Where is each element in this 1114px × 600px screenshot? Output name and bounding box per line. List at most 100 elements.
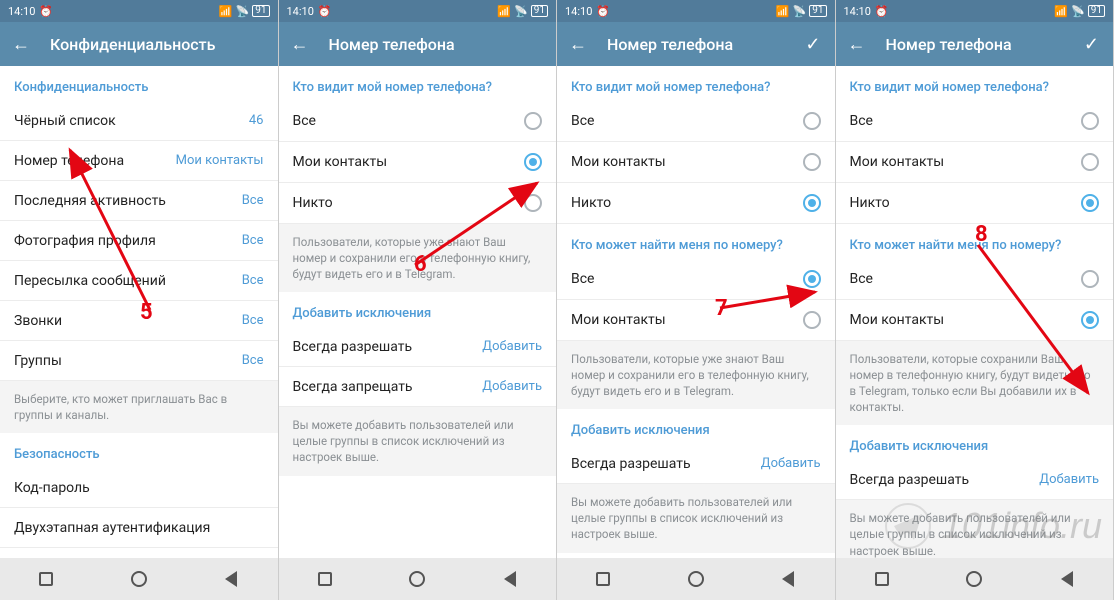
radio-icon	[1081, 270, 1099, 288]
statusbar: 14:10⏰ 📶📡91	[279, 0, 557, 22]
nav-recent[interactable]	[314, 568, 336, 590]
help-exceptions: Вы можете добавить пользователей или цел…	[279, 407, 557, 475]
back-button[interactable]: ←	[844, 34, 870, 55]
radio-icon	[524, 153, 542, 171]
watermark: 101info.ru	[884, 502, 1102, 550]
section-exceptions: Добавить исключения	[836, 425, 1114, 460]
back-button[interactable]: ←	[565, 34, 591, 55]
row-last-seen[interactable]: Последняя активностьВсе	[0, 181, 278, 221]
radio-icon	[1081, 153, 1099, 171]
app-header: ← Номер телефона ✓	[557, 22, 835, 66]
nav-back[interactable]	[1056, 568, 1078, 590]
alarm-icon: ⏰	[318, 5, 332, 18]
row-always-allow[interactable]: Всегда разрешатьДобавить	[557, 444, 835, 484]
nav-back[interactable]	[777, 568, 799, 590]
section-privacy: Конфиденциальность	[0, 66, 278, 101]
signal-icon: 📶	[1054, 5, 1068, 18]
opt-find-contacts[interactable]: Мои контакты	[557, 300, 835, 341]
header-title: Номер телефона	[886, 35, 1062, 54]
statusbar: 14:10⏰ 📶📡91	[557, 0, 835, 22]
header-title: Конфиденциальность	[50, 35, 270, 54]
row-always-allow[interactable]: Всегда разрешатьДобавить	[279, 327, 557, 367]
add-link[interactable]: Добавить	[761, 456, 821, 471]
watermark-text: 101info.ru	[942, 505, 1102, 547]
app-header: ← Конфиденциальность	[0, 22, 278, 66]
content-area: Кто видит мой номер телефона? Все Мои ко…	[279, 66, 557, 558]
alarm-icon: ⏰	[596, 5, 610, 18]
radio-icon	[803, 270, 821, 288]
add-link[interactable]: Добавить	[482, 339, 542, 354]
nav-back[interactable]	[499, 568, 521, 590]
status-time: 14:10	[8, 5, 35, 18]
opt-find-contacts[interactable]: Мои контакты	[836, 300, 1114, 341]
radio-icon	[524, 112, 542, 130]
radio-icon	[1081, 112, 1099, 130]
radio-icon	[803, 112, 821, 130]
confirm-check-icon[interactable]: ✓	[799, 34, 826, 55]
row-profile-photo[interactable]: Фотография профиляВсе	[0, 221, 278, 261]
section-who-can-find: Кто может найти меня по номеру?	[836, 224, 1114, 259]
opt-my-contacts[interactable]: Мои контакты	[279, 142, 557, 183]
phone-panel-3: 14:10⏰ 📶📡91 ← Номер телефона ✓ Кто видит…	[557, 0, 836, 600]
content-area: Кто видит мой номер телефона? Все Мои ко…	[836, 66, 1114, 558]
app-header: ← Номер телефона ✓	[836, 22, 1114, 66]
help-exceptions: Вы можете добавить пользователей или цел…	[557, 484, 835, 552]
row-blacklist[interactable]: Чёрный список46	[0, 101, 278, 141]
signal-icon: 📶	[776, 5, 790, 18]
opt-nobody[interactable]: Никто	[279, 183, 557, 224]
opt-everybody[interactable]: Все	[279, 101, 557, 142]
android-navbar	[0, 558, 278, 600]
back-button[interactable]: ←	[8, 34, 34, 55]
app-header: ← Номер телефона	[279, 22, 557, 66]
row-sessions[interactable]: Активные сеансы	[0, 548, 278, 558]
row-groups[interactable]: ГруппыВсе	[0, 341, 278, 381]
header-title: Номер телефона	[329, 35, 549, 54]
phone-panel-2: 14:10⏰ 📶📡91 ← Номер телефона Кто видит м…	[279, 0, 558, 600]
row-two-step[interactable]: Двухэтапная аутентификация	[0, 508, 278, 548]
help-groups: Выберите, кто может приглашать Вас в гру…	[0, 381, 278, 433]
android-navbar	[279, 558, 557, 600]
nav-home[interactable]	[406, 568, 428, 590]
nav-home[interactable]	[963, 568, 985, 590]
nav-recent[interactable]	[871, 568, 893, 590]
add-link[interactable]: Добавить	[1039, 472, 1099, 487]
row-passcode[interactable]: Код-пароль	[0, 468, 278, 508]
opt-my-contacts[interactable]: Мои контакты	[557, 142, 835, 183]
nav-recent[interactable]	[35, 568, 57, 590]
row-always-allow[interactable]: Всегда разрешатьДобавить	[836, 460, 1114, 500]
row-phone-number[interactable]: Номер телефонаМои контакты	[0, 141, 278, 181]
opt-nobody[interactable]: Никто	[557, 183, 835, 224]
radio-icon	[1081, 194, 1099, 212]
android-navbar	[836, 558, 1114, 600]
opt-find-everybody[interactable]: Все	[836, 259, 1114, 300]
confirm-check-icon[interactable]: ✓	[1078, 34, 1105, 55]
section-security: Безопасность	[0, 433, 278, 468]
radio-icon	[803, 153, 821, 171]
statusbar: 14:10⏰ 📶📡91	[836, 0, 1114, 22]
wifi-icon: 📡	[793, 5, 807, 18]
opt-find-everybody[interactable]: Все	[557, 259, 835, 300]
add-link[interactable]: Добавить	[482, 379, 542, 394]
opt-everybody[interactable]: Все	[836, 101, 1114, 142]
nav-home[interactable]	[685, 568, 707, 590]
radio-icon	[524, 194, 542, 212]
nav-recent[interactable]	[592, 568, 614, 590]
phone-panel-1: 14:10⏰ 📶 📡 91 ← Конфиденциальность Конфи…	[0, 0, 279, 600]
nav-home[interactable]	[128, 568, 150, 590]
wifi-icon: 📡	[1071, 5, 1085, 18]
row-calls[interactable]: ЗвонкиВсе	[0, 301, 278, 341]
opt-my-contacts[interactable]: Мои контакты	[836, 142, 1114, 183]
opt-everybody[interactable]: Все	[557, 101, 835, 142]
back-button[interactable]: ←	[287, 34, 313, 55]
opt-nobody[interactable]: Никто	[836, 183, 1114, 224]
signal-icon: 📶	[497, 5, 511, 18]
help-find: Пользователи, которые сохранили Ваш номе…	[836, 341, 1114, 425]
section-who-sees: Кто видит мой номер телефона?	[836, 66, 1114, 101]
section-who-sees: Кто видит мой номер телефона?	[279, 66, 557, 101]
row-forwarded[interactable]: Пересылка сообщенийВсе	[0, 261, 278, 301]
nav-back[interactable]	[220, 568, 242, 590]
help-find: Пользователи, которые уже знают Ваш номе…	[557, 341, 835, 409]
section-exceptions: Добавить исключения	[557, 409, 835, 444]
row-always-deny[interactable]: Всегда запрещатьДобавить	[279, 367, 557, 407]
wifi-icon: 📡	[236, 5, 250, 18]
